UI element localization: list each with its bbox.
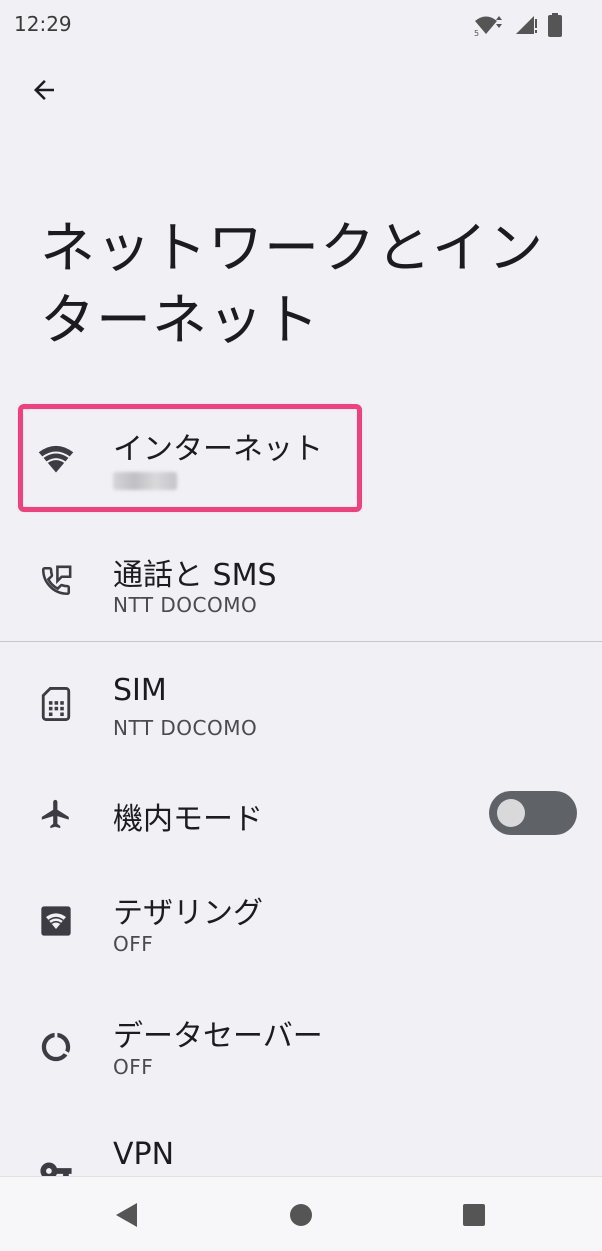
sim-card-icon <box>38 686 74 722</box>
row-sim[interactable]: SIM NTT DOCOMO <box>0 651 602 761</box>
row-calls-sms[interactable]: 通話と SMS NTT DOCOMO <box>0 528 602 638</box>
data-saver-icon <box>38 1029 74 1065</box>
calls-sms-title: 通話と SMS <box>113 558 277 593</box>
phone-sms-icon <box>38 563 74 599</box>
vpn-title: VPN <box>113 1137 175 1172</box>
row-internet[interactable]: インターネット <box>0 404 602 514</box>
page-title: ネットワークとインターネット <box>40 216 545 352</box>
cellular-signal-icon <box>514 14 538 36</box>
tethering-subtitle: OFF <box>113 932 154 956</box>
status-bar: 12:29 5 <box>0 0 602 48</box>
data-saver-subtitle: OFF <box>113 1055 154 1079</box>
back-button[interactable] <box>22 70 66 114</box>
svg-text:5: 5 <box>474 29 479 36</box>
calls-sms-subtitle: NTT DOCOMO <box>113 593 258 617</box>
arrow-back-icon <box>29 75 59 109</box>
airplane-mode-toggle[interactable] <box>489 791 577 835</box>
tethering-title: テザリング <box>113 896 263 931</box>
data-saver-title: データセーバー <box>113 1019 323 1054</box>
recents-square-icon <box>463 1204 485 1226</box>
internet-title: インターネット <box>113 432 323 467</box>
home-circle-icon <box>290 1204 312 1226</box>
nav-home-button[interactable] <box>283 1197 319 1233</box>
divider <box>0 641 602 642</box>
status-time: 12:29 <box>14 12 72 36</box>
row-data-saver[interactable]: データセーバー OFF <box>0 991 602 1101</box>
row-tethering[interactable]: テザリング OFF <box>0 868 602 978</box>
airplane-icon <box>38 796 74 832</box>
nav-back-button[interactable] <box>108 1197 144 1233</box>
navigation-bar <box>0 1176 602 1251</box>
hotspot-icon <box>38 903 74 939</box>
sim-subtitle: NTT DOCOMO <box>113 716 258 740</box>
wifi-icon <box>38 441 74 477</box>
toggle-knob <box>497 799 525 827</box>
status-icons: 5 <box>474 13 562 37</box>
sim-title: SIM <box>113 673 167 708</box>
airplane-mode-title: 機内モード <box>113 802 263 837</box>
internet-subtitle-redacted <box>113 472 177 490</box>
wifi-5g-icon: 5 <box>474 14 504 36</box>
nav-recents-button[interactable] <box>456 1197 492 1233</box>
battery-icon <box>548 13 562 37</box>
back-triangle-icon <box>116 1203 137 1227</box>
